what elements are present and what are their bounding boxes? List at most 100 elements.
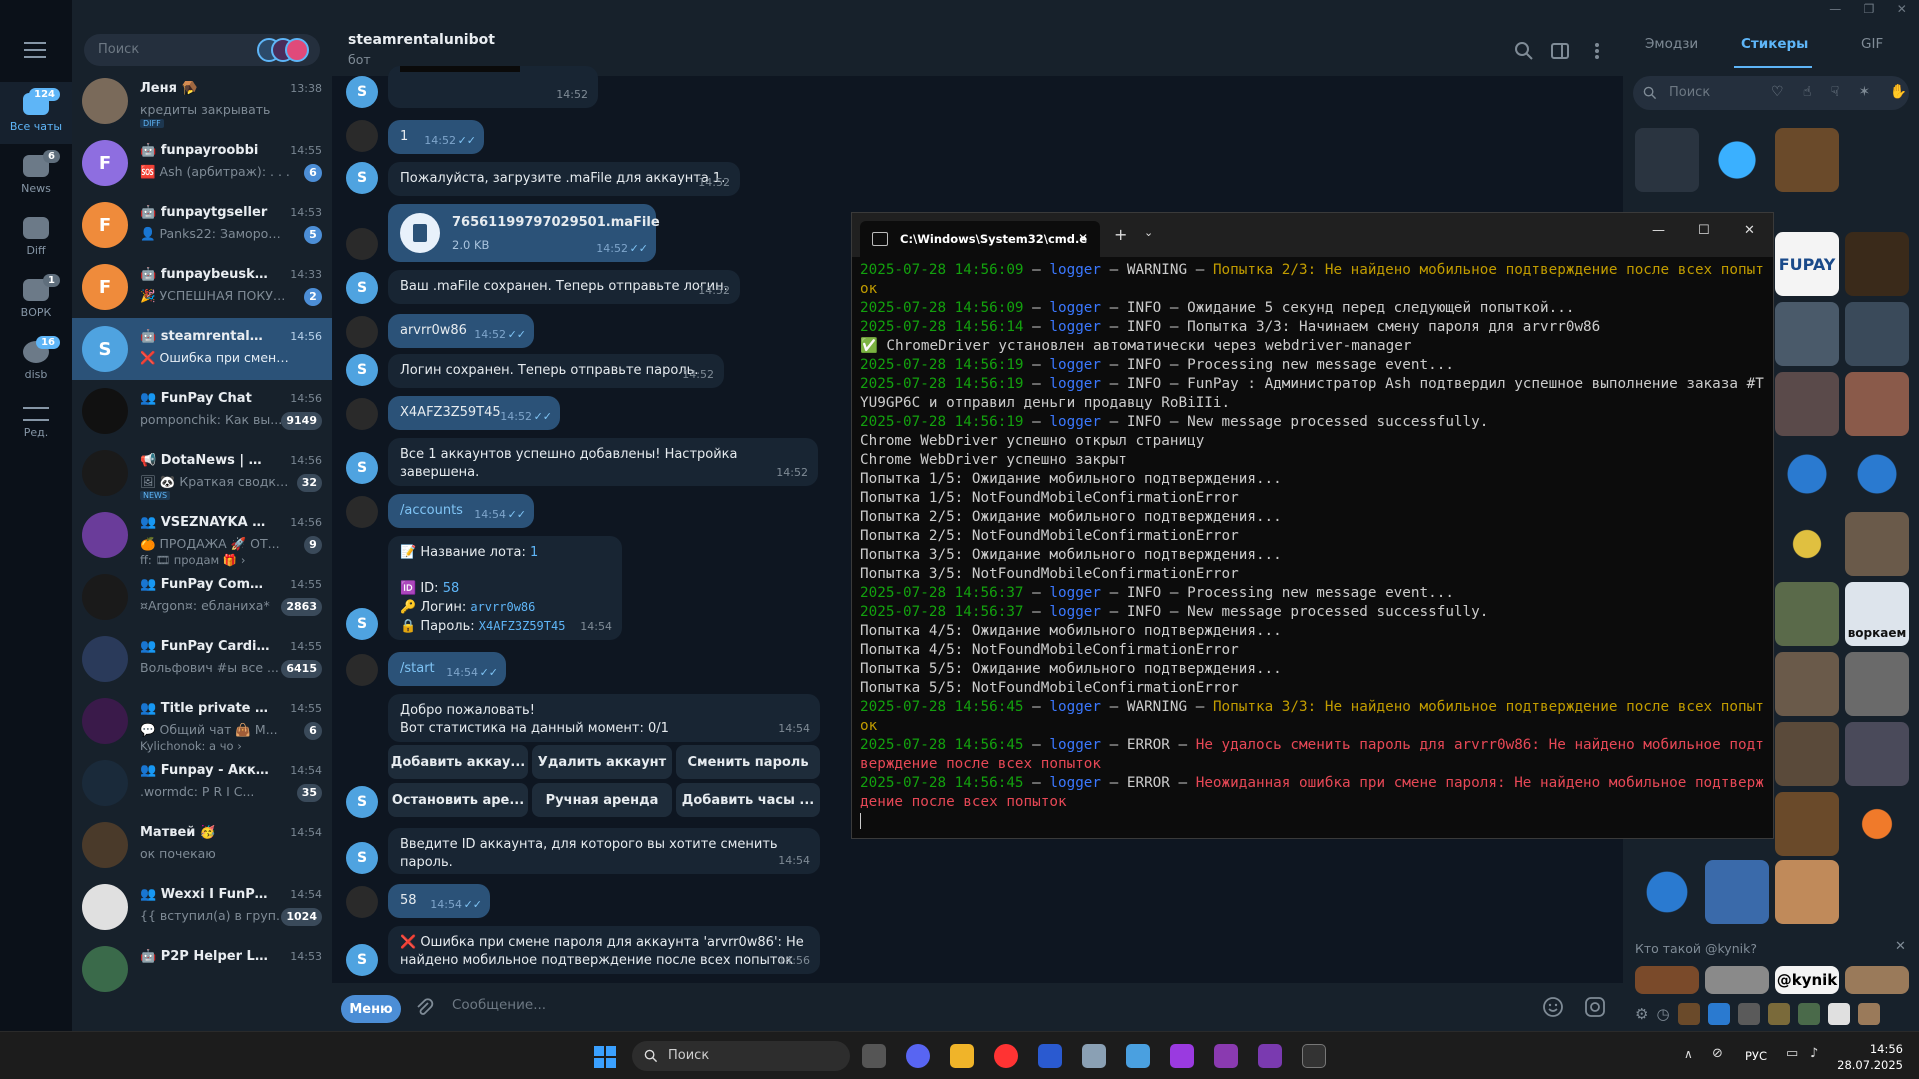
close-pack-icon[interactable]: ✕: [1895, 939, 1906, 954]
message-bubble[interactable]: /start 14:54 ✓✓: [388, 652, 506, 686]
sticker-pack-thumb[interactable]: [1767, 1002, 1790, 1025]
sticker[interactable]: [1845, 722, 1909, 786]
chat-row[interactable]: F 🤖 funpaybeuskapbot 14:33🎉 УСПЕШНАЯ ПОКУП…: [72, 256, 332, 318]
sticker[interactable]: [1705, 860, 1769, 924]
message-bubble[interactable]: arvrr0w86 14:52 ✓✓: [388, 314, 534, 348]
sticker[interactable]: [1845, 652, 1909, 716]
file-icon[interactable]: [400, 213, 440, 253]
sticker[interactable]: [1705, 128, 1769, 192]
message-bubble[interactable]: Логин сохранен. Теперь отправьте пароль.…: [388, 354, 724, 388]
sticker[interactable]: [1845, 302, 1909, 366]
sticker-pack-thumb[interactable]: [1737, 1002, 1760, 1025]
message-bubble[interactable]: /accounts 14:54 ✓✓: [388, 494, 534, 528]
more-vertical-icon[interactable]: [1587, 41, 1607, 61]
new-tab-icon[interactable]: +: [1114, 225, 1127, 244]
folder-disb[interactable]: disb 16: [0, 330, 72, 392]
sticker-pack-thumb[interactable]: [1677, 1002, 1700, 1025]
sticker-category-icons[interactable]: ♡ ☝ ☟ ✶ ✋: [1771, 84, 1907, 102]
chevron-down-icon[interactable]: ⌄: [1144, 226, 1153, 239]
beuskap-app-icon[interactable]: [1258, 1044, 1282, 1068]
chat-row[interactable]: 👥 FunPay Communit... 14:55 ¤Argon¤: еблани…: [72, 566, 332, 628]
system-clock[interactable]: 14:56 28.07.2025: [1837, 1041, 1903, 1073]
sticker[interactable]: [1775, 652, 1839, 716]
message-bubble[interactable]: X4AFZ3Z59T45 14:52 ✓✓: [388, 396, 560, 430]
recent-clock-icon[interactable]: ◷: [1656, 1005, 1669, 1023]
message-bubble[interactable]: Все 1 аккаунтов успешно добавлены! Настр…: [388, 438, 818, 486]
sticker-pack-thumb[interactable]: [1707, 1002, 1730, 1025]
network-off-icon[interactable]: ⊘: [1712, 1046, 1723, 1061]
camera-icon[interactable]: [1584, 996, 1606, 1018]
sticker[interactable]: [1775, 860, 1839, 924]
notepad-icon[interactable]: [1126, 1044, 1150, 1068]
thumbs-down-icon[interactable]: ☟: [1831, 84, 1840, 102]
maximize-icon[interactable]: ☐: [1698, 223, 1710, 238]
sticker[interactable]: [1845, 792, 1909, 856]
sticker[interactable]: [1845, 966, 1909, 994]
add-hours-button[interactable]: Добавить часы ...: [676, 783, 820, 817]
chart-app-icon[interactable]: [1038, 1044, 1062, 1068]
tab-gif[interactable]: GIF: [1861, 36, 1883, 52]
language-indicator[interactable]: РУС: [1745, 1049, 1767, 1063]
folder-diff[interactable]: Diff: [0, 206, 72, 268]
folder-edit[interactable]: Ред.: [0, 392, 72, 454]
cmd-output[interactable]: 2025-07-28 14:56:09 – logger – WARNING –…: [860, 261, 1765, 831]
chat-row[interactable]: Леня 🪤 13:38 кредиты закрывать DIFF: [72, 70, 332, 132]
sticker[interactable]: [1775, 792, 1839, 856]
message-bubble[interactable]: Пожалуйста, загрузите .maFile для аккаун…: [388, 162, 740, 196]
task-view-icon[interactable]: [862, 1044, 886, 1068]
chat-row[interactable]: Матвей 🥳 14:54 ок почекаю: [72, 814, 332, 876]
sticker[interactable]: [1845, 232, 1909, 296]
bot-menu-button[interactable]: Меню: [341, 995, 401, 1023]
wave-hand-icon[interactable]: ✋: [1890, 84, 1907, 102]
sticker-kynik[interactable]: @kynik: [1775, 966, 1839, 994]
thumbs-up-icon[interactable]: ☝: [1803, 84, 1812, 102]
telegram-icon[interactable]: [1082, 1044, 1106, 1068]
sticker[interactable]: [1775, 512, 1839, 576]
chat-row[interactable]: 👥 VSEZNAYKA OTC /... 14:56 🍊 ПРОДАЖА 🚀 ОТ.…: [72, 504, 332, 567]
peer-name[interactable]: steamrentalunibot: [348, 32, 495, 48]
windows-start-icon[interactable]: [594, 1046, 616, 1068]
sticker[interactable]: [1635, 966, 1699, 994]
chat-row[interactable]: 👥 FunPay Cardinal 14:55 Вольфович #ы все .…: [72, 628, 332, 690]
message-bubble[interactable]: 58 14:54 ✓✓: [388, 884, 490, 918]
chat-row[interactable]: 👥 FunPay Chat 14:56 pomponchik: Как вы... 9…: [72, 380, 332, 442]
attach-paperclip-icon[interactable]: [414, 997, 434, 1017]
yandex-browser-icon[interactable]: [994, 1044, 1018, 1068]
delete-account-button[interactable]: Удалить аккаунт: [532, 745, 672, 779]
sticker[interactable]: [1635, 128, 1699, 192]
folder-all-chats[interactable]: Все чаты 124: [0, 82, 72, 144]
folder-work[interactable]: ВОРК 1: [0, 268, 72, 330]
sticker[interactable]: [1845, 512, 1909, 576]
change-password-button[interactable]: Сменить пароль: [676, 745, 820, 779]
tray-chevron-icon[interactable]: ∧: [1684, 1047, 1693, 1061]
sticker[interactable]: [1775, 722, 1839, 786]
minimize-icon[interactable]: —: [1652, 223, 1665, 238]
sticker-pack-thumb[interactable]: [1827, 1002, 1850, 1025]
chat-row[interactable]: 👥 Wexxi I FunPay Chat 14:54{{ вступил(а) …: [72, 876, 332, 938]
heart-icon[interactable]: ♡: [1771, 84, 1784, 102]
chat-row[interactable]: F 🤖 funpayroobbi 14:55 🆘 Ash (арбитраж): . …: [72, 132, 332, 194]
volume-icon[interactable]: ♪: [1810, 1046, 1818, 1061]
add-account-button[interactable]: Добавить аккау...: [388, 745, 528, 779]
error-message[interactable]: ❌ Ошибка при смене пароля для аккаунта '…: [388, 926, 820, 974]
party-icon[interactable]: ✶: [1859, 84, 1871, 102]
sticker[interactable]: [1775, 128, 1839, 192]
message-bubble[interactable]: Добро пожаловать! Вот статистика на данны…: [388, 694, 820, 742]
maximize-icon[interactable]: ❐: [1864, 2, 1875, 22]
settings-gear-icon[interactable]: ⚙: [1635, 1005, 1648, 1023]
sticker[interactable]: [1775, 302, 1839, 366]
stories-avatars[interactable]: [257, 38, 313, 62]
sticker-fupay[interactable]: FUPAY: [1775, 232, 1839, 296]
sticker[interactable]: [1845, 442, 1909, 506]
hamburger-menu-icon[interactable]: [24, 42, 46, 58]
account-details-message[interactable]: 📝 Название лота: 1 🆔 ID: 58 🔑 Логин: arv…: [388, 536, 622, 640]
chat-row[interactable]: S 🤖 steamrentalunibot 14:56❌ Ошибка при см…: [72, 318, 332, 380]
stop-rent-button[interactable]: Остановить аре...: [388, 783, 528, 817]
minimize-icon[interactable]: —: [1829, 2, 1841, 22]
discord-icon[interactable]: [906, 1044, 930, 1068]
chat-row[interactable]: 🤖 P2P Helper LZT ⚡ 14:53: [72, 938, 332, 1000]
app-icon[interactable]: [1170, 1044, 1194, 1068]
message-bubble[interactable]: Ваш .maFile сохранен. Теперь отправьте л…: [388, 270, 740, 304]
sticker[interactable]: [1775, 442, 1839, 506]
terminal-icon[interactable]: [1302, 1044, 1326, 1068]
